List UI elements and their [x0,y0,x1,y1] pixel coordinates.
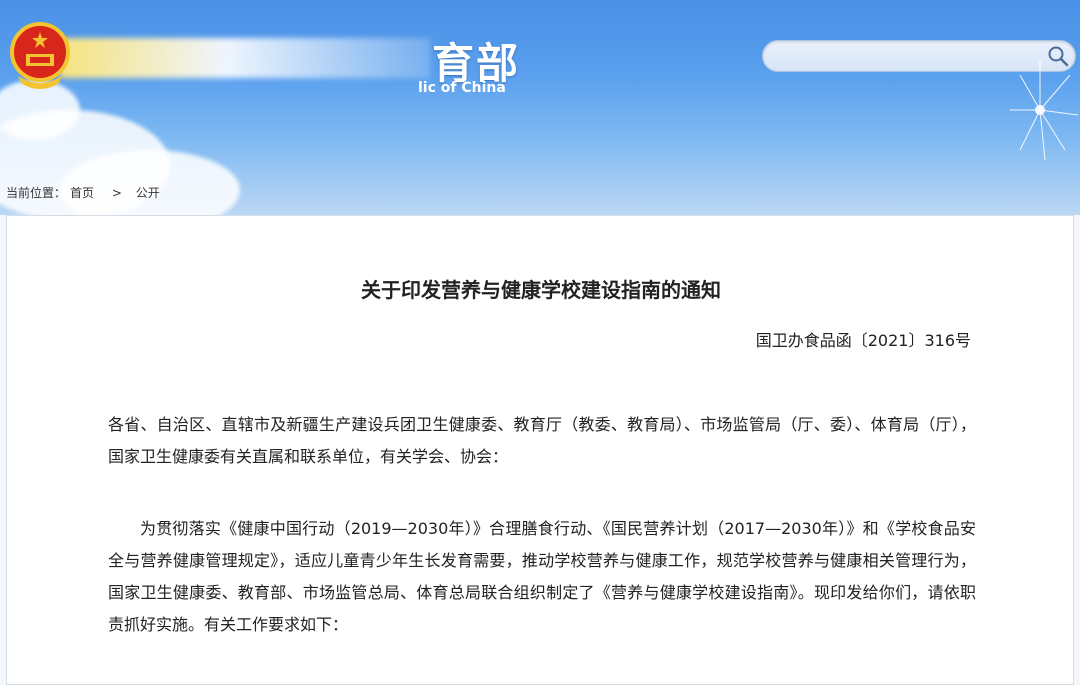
dandelion-decoration-icon [1010,60,1079,161]
document-number: 国卫办食品函〔2021〕316号 [755,331,971,350]
breadcrumb-home-link[interactable]: 首页 [70,186,94,200]
breadcrumb-separator: > [111,186,122,200]
article-title: 关于印发营养与健康学校建设指南的通知 [361,278,721,302]
ministry-english-name: lic of China [418,80,506,96]
breadcrumb-prefix: 当前位置： [6,186,67,200]
article-body-paragraph: 为贯彻落实《健康中国行动（2019—2030年）》合理膳食行动、《国民营养计划（… [108,519,976,634]
breadcrumb-current[interactable]: 公开 [136,186,160,200]
article-addressee: 各省、自治区、直辖市及新疆生产建设兵团卫生健康委、教育厅（教委、教育局）、市场监… [108,415,976,466]
banner-light-streak [60,38,430,78]
site-header: 育部 lic of China 当前位置： 首页 > 公开 [0,0,1080,215]
breadcrumb: 当前位置： 首页 > 公开 [6,184,164,201]
article-panel: 关于印发营养与健康学校建设指南的通知 国卫办食品函〔2021〕316号 各省、自… [6,215,1074,685]
national-emblem-icon [10,22,70,89]
